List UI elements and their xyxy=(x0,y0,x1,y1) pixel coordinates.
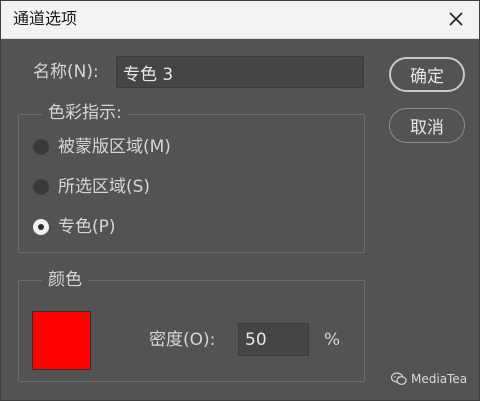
wechat-icon xyxy=(391,372,407,385)
watermark: MediaTea xyxy=(391,372,467,386)
radio-masked-areas[interactable]: 被蒙版区域(M) xyxy=(33,136,171,158)
density-label: 密度(O): xyxy=(149,330,216,350)
channel-options-dialog: 通道选项 名称(N): 确定 取消 色彩指示: 被蒙版区域(M) 所选区域(S)… xyxy=(0,0,480,401)
radio-button[interactable] xyxy=(33,139,49,155)
color-indicates-legend: 色彩指示: xyxy=(42,102,128,124)
radio-selected-areas-label: 所选区域(S) xyxy=(58,177,151,197)
name-input[interactable] xyxy=(116,56,364,88)
radio-spot-color-label: 专色(P) xyxy=(58,217,116,237)
title-bar: 通道选项 xyxy=(1,1,479,39)
density-unit: % xyxy=(324,330,341,350)
name-label: 名称(N): xyxy=(33,62,99,82)
density-input[interactable] xyxy=(238,323,309,356)
radio-spot-color[interactable]: 专色(P) xyxy=(33,216,116,238)
radio-button[interactable] xyxy=(33,179,49,195)
close-button[interactable] xyxy=(443,6,469,32)
ok-button[interactable]: 确定 xyxy=(389,57,465,92)
radio-selected-areas[interactable]: 所选区域(S) xyxy=(33,176,150,198)
cancel-button[interactable]: 取消 xyxy=(389,108,465,143)
dialog-title: 通道选项 xyxy=(13,9,78,28)
watermark-text: MediaTea xyxy=(411,372,468,386)
radio-button-checked[interactable] xyxy=(33,219,49,235)
color-swatch[interactable] xyxy=(32,311,91,370)
close-icon xyxy=(449,12,463,26)
radio-masked-areas-label: 被蒙版区域(M) xyxy=(58,137,171,157)
color-group-legend: 颜色 xyxy=(42,269,88,291)
